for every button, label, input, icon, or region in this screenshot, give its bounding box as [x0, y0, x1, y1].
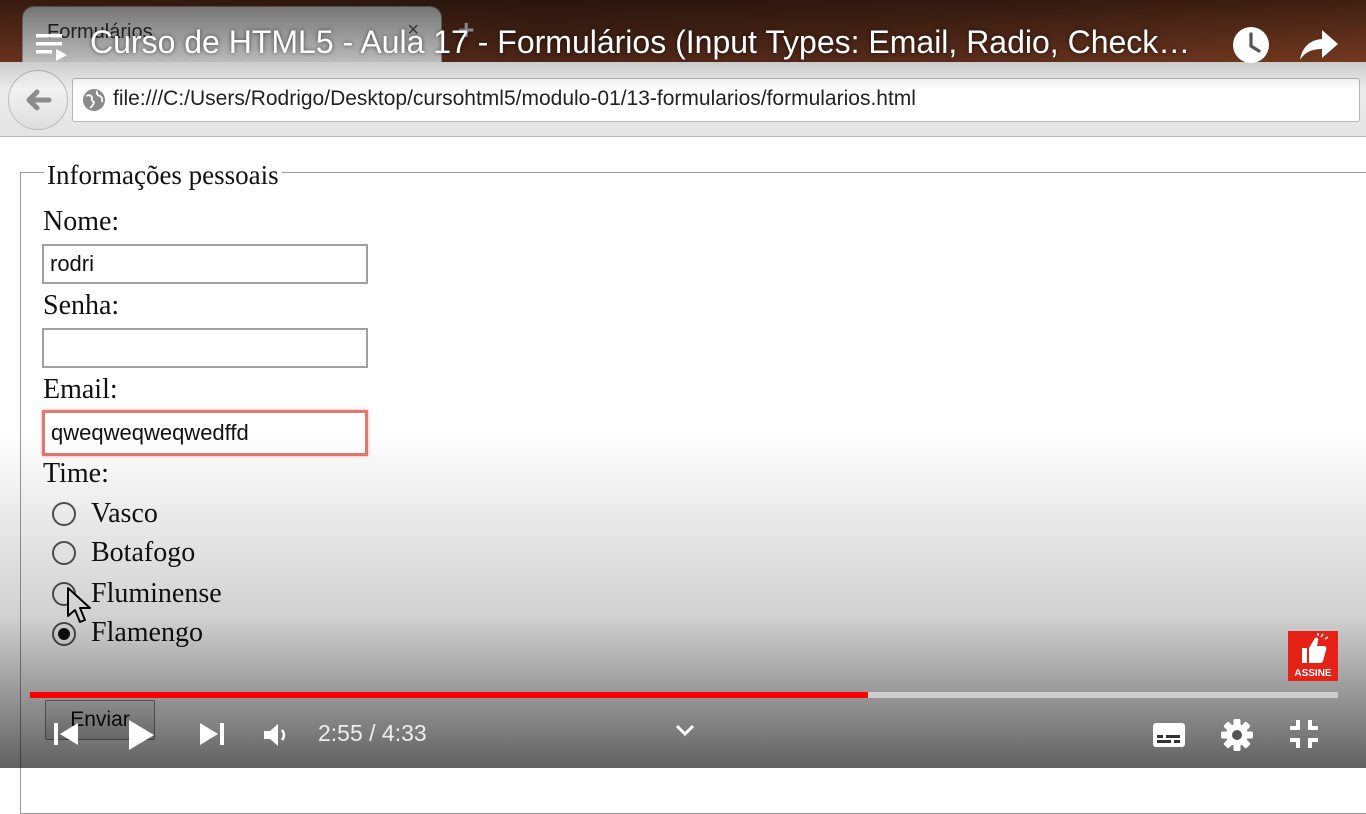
- senha-input[interactable]: [42, 328, 368, 368]
- radio-label-vasco: Vasco: [91, 498, 158, 529]
- settings-icon[interactable]: [1220, 718, 1254, 752]
- playlist-icon[interactable]: [34, 30, 70, 64]
- radio-label-botafogo: Botafogo: [91, 537, 196, 568]
- mouse-cursor-icon: [67, 587, 91, 623]
- back-arrow-icon: [26, 89, 52, 111]
- radio-label-fluminense: Fluminense: [91, 578, 222, 609]
- senha-label: Senha:: [43, 290, 120, 321]
- play-icon[interactable]: [126, 718, 156, 752]
- globe-icon: [83, 89, 105, 111]
- time-display: 2:55 / 4:33: [318, 720, 427, 746]
- share-icon[interactable]: [1298, 28, 1340, 62]
- previous-icon[interactable]: [52, 720, 80, 748]
- subtitles-icon[interactable]: [1152, 721, 1186, 749]
- thumbs-up-icon: [1302, 633, 1329, 663]
- email-label: Email:: [43, 374, 118, 405]
- exit-fullscreen-icon[interactable]: [1288, 718, 1320, 750]
- back-button[interactable]: [8, 70, 68, 130]
- url-text: file:///C:/Users/Rodrigo/Desktop/cursoht…: [113, 87, 916, 110]
- email-input[interactable]: [42, 410, 368, 456]
- browser-toolbar: file:///C:/Users/Rodrigo/Desktop/cursoht…: [0, 62, 1366, 137]
- subscribe-watermark[interactable]: ASSINE: [1288, 631, 1338, 681]
- time-label: Time:: [43, 458, 109, 489]
- volume-icon[interactable]: [262, 722, 290, 748]
- nome-label: Nome:: [43, 206, 120, 237]
- fieldset-legend: Informações pessoais: [44, 160, 282, 191]
- address-bar[interactable]: file:///C:/Users/Rodrigo/Desktop/cursoht…: [72, 78, 1360, 122]
- progress-bar[interactable]: [30, 692, 1338, 698]
- radio-botafogo[interactable]: [52, 541, 76, 565]
- watch-later-icon[interactable]: [1231, 25, 1271, 65]
- nome-input[interactable]: [42, 244, 368, 284]
- radio-vasco[interactable]: [52, 502, 76, 526]
- chevron-down-icon[interactable]: [674, 722, 696, 738]
- subscribe-label: ASSINE: [1294, 668, 1332, 679]
- next-icon[interactable]: [198, 720, 226, 748]
- video-title[interactable]: Curso de HTML5 - Aula 17 - Formulários (…: [90, 24, 1190, 61]
- radio-label-flamengo: Flamengo: [91, 617, 203, 648]
- progress-bar-played: [30, 692, 869, 698]
